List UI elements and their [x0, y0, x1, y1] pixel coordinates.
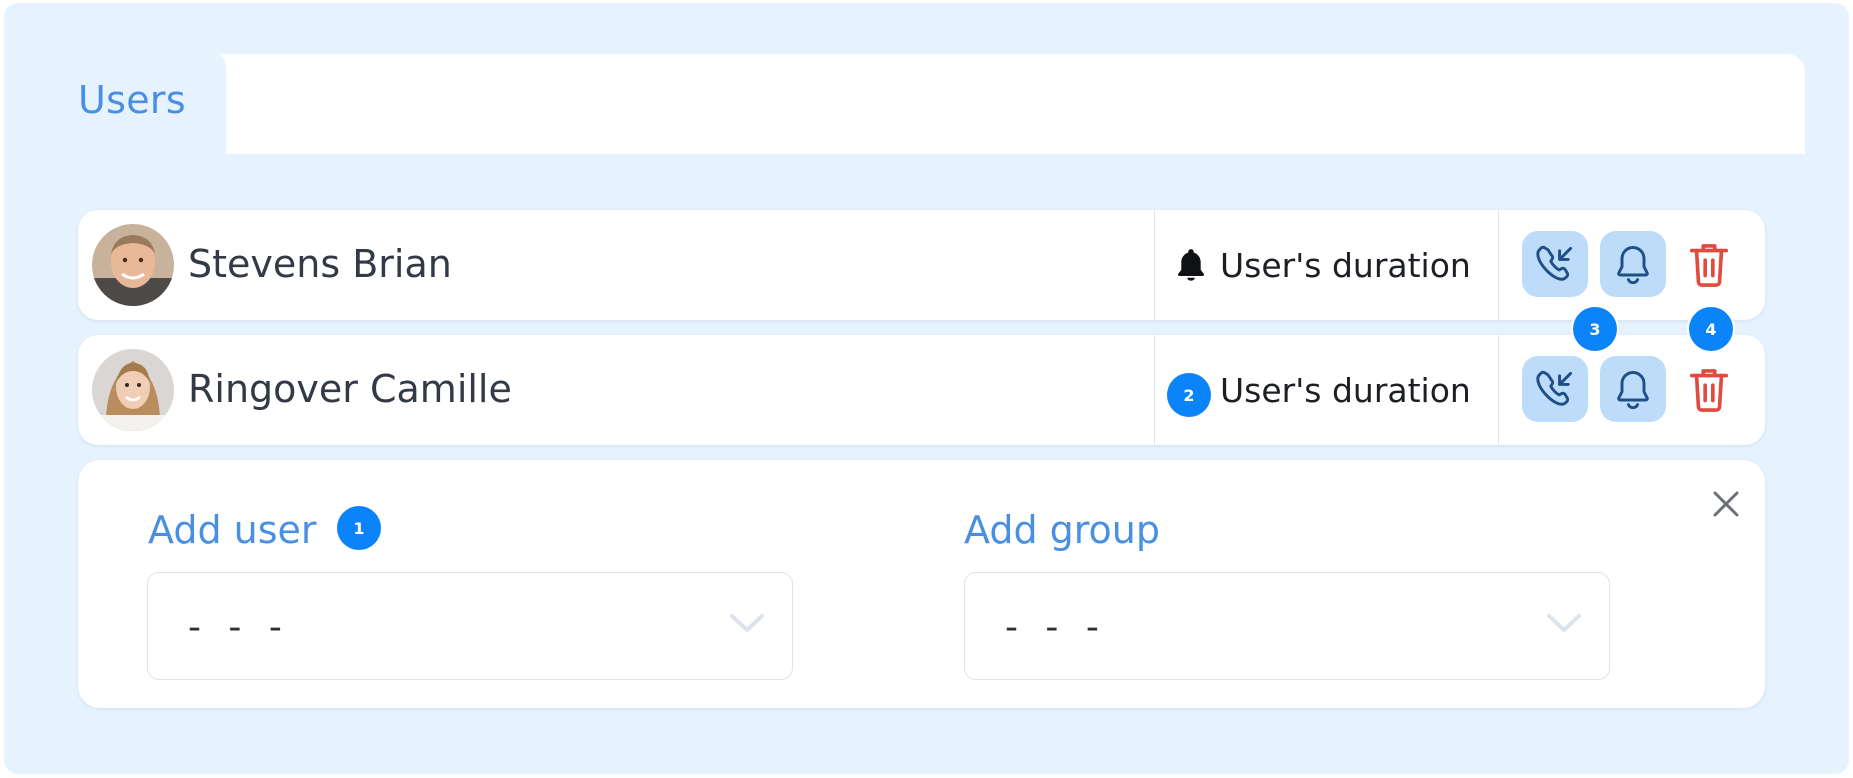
incoming-call-icon [1536, 245, 1573, 281]
close-icon [1713, 491, 1739, 517]
trash-icon [1689, 244, 1729, 287]
user-name: Stevens Brian [188, 242, 452, 286]
step-marker-2: 2 [1167, 373, 1211, 417]
incoming-call-button[interactable] [1522, 231, 1588, 297]
tab-users[interactable]: Users [78, 78, 186, 122]
user-row-ringover-camille: Ringover Camille User's duration [78, 335, 1765, 445]
tab-strip-underfill [226, 154, 1805, 176]
add-user-label: Add user [148, 508, 317, 552]
add-group-label: Add group [964, 508, 1161, 552]
close-panel-button[interactable] [1706, 484, 1746, 524]
notification-button[interactable] [1600, 356, 1666, 422]
add-group-select-value: - - - [1005, 607, 1107, 648]
avatar [92, 349, 174, 431]
user-duration-setting[interactable]: User's duration [1174, 242, 1471, 288]
column-divider [1498, 335, 1499, 445]
column-divider [1498, 210, 1499, 320]
delete-user-button[interactable] [1676, 356, 1742, 422]
delete-user-button[interactable] [1676, 231, 1742, 297]
add-group-select[interactable]: - - - [964, 572, 1610, 680]
duration-label: User's duration [1220, 370, 1471, 410]
user-name: Ringover Camille [188, 367, 512, 411]
notification-button[interactable] [1600, 231, 1666, 297]
tab-strip [78, 54, 1805, 154]
add-user-select-value: - - - [188, 607, 290, 648]
step-marker-4: 4 [1689, 307, 1733, 351]
chevron-down-icon [728, 611, 766, 635]
add-members-panel: Add user - - - Add group - - - [78, 460, 1765, 708]
incoming-call-icon [1536, 370, 1573, 406]
incoming-call-button[interactable] [1522, 356, 1588, 422]
avatar [92, 224, 174, 306]
bell-solid-icon [1174, 247, 1208, 283]
column-divider [1154, 210, 1155, 320]
user-duration-setting[interactable]: User's duration [1174, 367, 1471, 413]
chevron-down-icon [1545, 611, 1583, 635]
add-user-select[interactable]: - - - [147, 572, 793, 680]
bell-outline-icon [1617, 371, 1649, 410]
user-row-stevens-brian: Stevens Brian User's duration [78, 210, 1765, 320]
trash-icon [1689, 369, 1729, 412]
duration-label: User's duration [1220, 245, 1471, 285]
step-marker-1: 1 [337, 506, 381, 550]
bell-outline-icon [1617, 246, 1649, 285]
step-marker-3: 3 [1573, 307, 1617, 351]
column-divider [1154, 335, 1155, 445]
